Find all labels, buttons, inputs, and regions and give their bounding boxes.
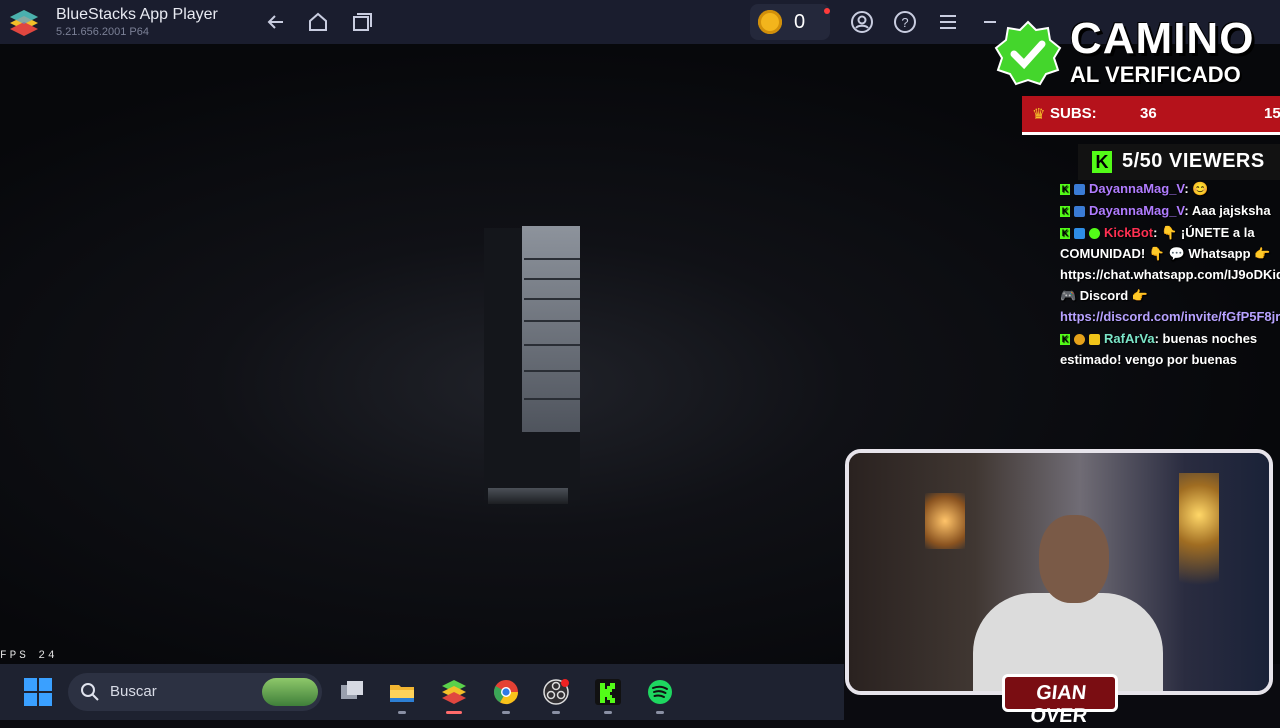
- fps-label: FPS: [0, 650, 29, 662]
- stair-step: [524, 344, 580, 346]
- windows-start-icon[interactable]: [24, 678, 52, 706]
- kick-badge-icon: K: [1060, 334, 1070, 346]
- viewers-count: 5/50 VIEWERS: [1122, 150, 1265, 172]
- chat-username: DayannaMag_V: [1089, 181, 1185, 196]
- viewers-widget: K 5/50 VIEWERS: [1078, 144, 1280, 180]
- door-floor: [488, 488, 568, 504]
- stair-step: [524, 298, 580, 300]
- sub-badge-icon: [1074, 206, 1085, 218]
- recent-apps-icon[interactable]: [350, 10, 374, 34]
- svg-text:?: ?: [901, 15, 908, 30]
- fps-value: 24: [38, 650, 58, 662]
- chat-message: K DayannaMag_V: 😊: [1060, 178, 1280, 199]
- account-icon[interactable]: [850, 10, 874, 34]
- webcam-lights: [1179, 473, 1219, 613]
- verified-badge-icon: [1089, 228, 1100, 240]
- sub-badge-icon: [1089, 334, 1100, 346]
- chat-link[interactable]: https://discord.com/invite/fGfP5F8jrV: [1060, 309, 1280, 324]
- chat-text: : Aaa jajsksha: [1184, 203, 1271, 218]
- stair-step: [524, 278, 580, 280]
- notification-dot: [824, 8, 830, 14]
- stair-step: [524, 370, 580, 372]
- streamer-head: [1039, 515, 1109, 603]
- kick-badge-icon: K: [1060, 184, 1070, 196]
- chat-message: K RafArVa: buenas noches estimado! vengo …: [1060, 328, 1280, 370]
- running-indicator: [656, 711, 664, 714]
- app-version: 5.21.656.2001 P64: [56, 26, 149, 38]
- chat-username: DayannaMag_V: [1089, 203, 1185, 218]
- menu-icon[interactable]: [936, 10, 960, 34]
- bluestacks-icon[interactable]: [440, 678, 468, 706]
- coin-count: 0: [794, 11, 806, 33]
- subs-goal: 15: [1264, 105, 1280, 122]
- taskbar: Buscar: [0, 664, 844, 720]
- running-indicator: [502, 711, 510, 714]
- file-explorer-icon[interactable]: [388, 678, 416, 706]
- bluestacks-logo-icon: [10, 10, 38, 36]
- crown-icon: ♛: [1032, 106, 1046, 123]
- gifter-badge-icon: [1074, 334, 1085, 346]
- app-title: BlueStacks App Player: [56, 6, 218, 23]
- chat-panel: K DayannaMag_V: 😊 K DayannaMag_V: Aaa jajs…: [1058, 178, 1280, 446]
- taskbar-search[interactable]: Buscar: [68, 673, 322, 711]
- sub-badge-icon: [1074, 184, 1085, 196]
- verified-check-icon: [994, 20, 1062, 86]
- running-indicator: [398, 711, 406, 714]
- subs-label: SUBS:: [1050, 105, 1097, 122]
- chat-username: KickBot: [1104, 225, 1154, 240]
- running-indicator: [552, 711, 560, 714]
- spotify-icon[interactable]: [646, 678, 674, 706]
- search-placeholder: Buscar: [110, 683, 157, 700]
- subs-current: 36: [1140, 105, 1157, 122]
- search-icon: [81, 683, 99, 701]
- chrome-icon[interactable]: [492, 678, 520, 706]
- subs-goal-bar: ♛ SUBS: 36 15: [1022, 96, 1280, 135]
- active-indicator: [446, 711, 462, 714]
- chat-message: K KickBot: 👇 ¡ÚNETE a la COMUNIDAD! 👇 💬 W…: [1060, 222, 1280, 327]
- streamer-nameplate: GIAN OVER: [1002, 674, 1118, 727]
- help-icon[interactable]: ?: [893, 10, 917, 34]
- kick-icon[interactable]: [594, 678, 622, 706]
- coin-counter[interactable]: 0: [750, 4, 830, 40]
- obs-icon[interactable]: [542, 678, 570, 706]
- kick-icon: K: [1092, 151, 1112, 173]
- chat-message: K DayannaMag_V: Aaa jajsksha: [1060, 200, 1280, 221]
- back-icon[interactable]: [264, 10, 288, 34]
- chat-username: RafArVa: [1104, 331, 1155, 346]
- webcam-lamp: [925, 493, 965, 549]
- overlay-subtitle: AL VERIFICADO: [1070, 62, 1241, 87]
- kick-badge-icon: K: [1060, 228, 1070, 240]
- chat-text: : 😊: [1184, 181, 1209, 196]
- fps-counter: FPS 24: [0, 650, 58, 662]
- streamer-name: GIAN OVER: [1029, 682, 1089, 727]
- coin-icon: [758, 10, 782, 34]
- running-indicator: [604, 711, 612, 714]
- kick-badge-icon: K: [1060, 206, 1070, 218]
- search-highlight-image: [262, 678, 318, 706]
- webcam-frame: [845, 449, 1273, 695]
- mod-badge-icon: [1074, 228, 1085, 240]
- door-light: [522, 226, 580, 432]
- stair-step: [524, 258, 580, 260]
- home-icon[interactable]: [306, 10, 330, 34]
- stair-step: [524, 398, 580, 400]
- stair-step: [524, 320, 580, 322]
- overlay-title: CAMINO: [1070, 14, 1255, 63]
- task-view-icon[interactable]: [338, 678, 366, 706]
